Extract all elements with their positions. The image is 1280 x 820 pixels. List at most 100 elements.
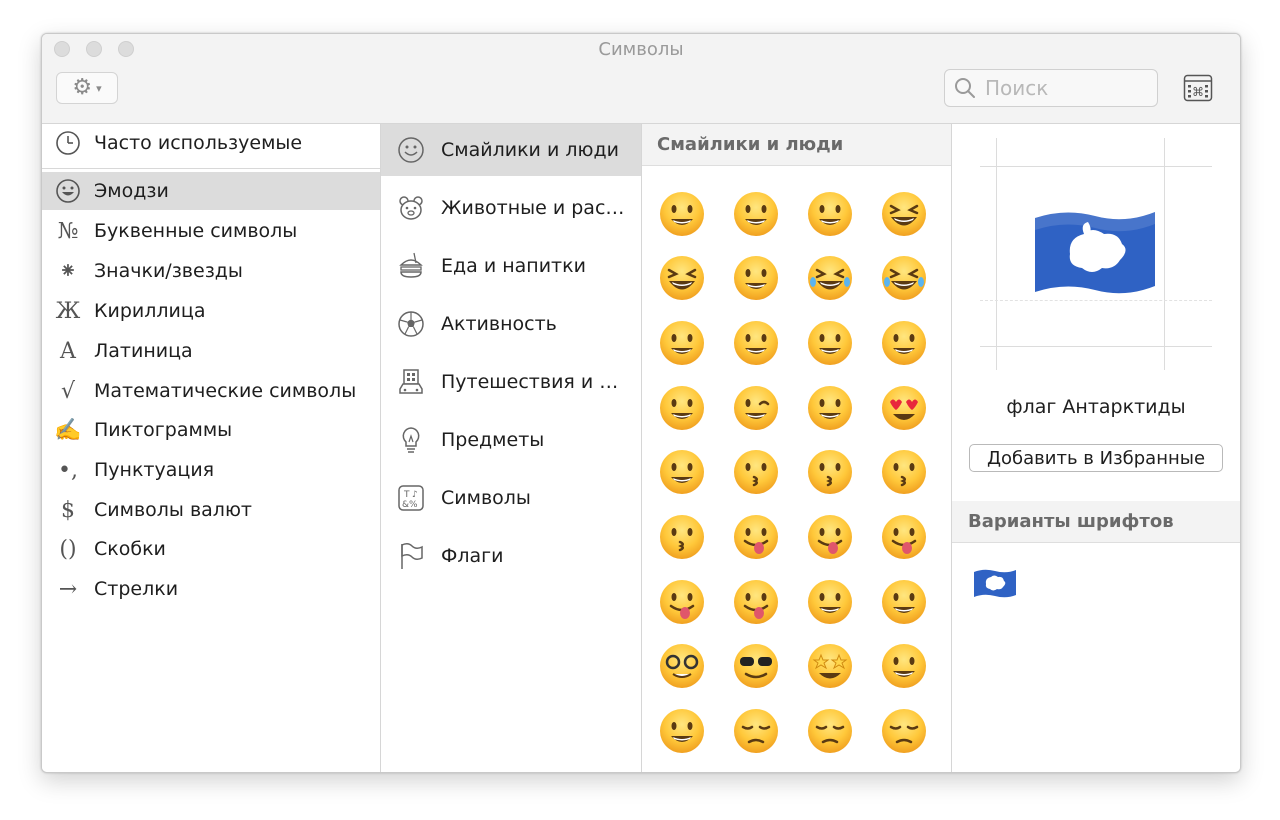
subcategory-label: Смайлики и люди — [441, 139, 619, 161]
character-detail-panel: флаг Антарктиды Добавить в Избранные Вар… — [952, 124, 1240, 772]
character-name: флаг Антарктиды — [1006, 396, 1186, 418]
asterisk-icon: ⁕ — [58, 258, 78, 284]
subcategory-travel-places[interactable]: Путешествия и м… — [381, 356, 641, 408]
category-label: Символы валют — [94, 499, 253, 521]
category-list: Часто используемые Эмодзи № Буквенные си… — [42, 124, 381, 772]
category-cyrillic[interactable]: Ж Кириллица — [42, 292, 380, 330]
emoji-nerd-face[interactable] — [658, 642, 706, 690]
category-frequently-used[interactable]: Часто используемые — [42, 124, 380, 162]
emoji-heart-eyes[interactable] — [880, 384, 928, 432]
category-letterlike[interactable]: № Буквенные символы — [42, 212, 380, 250]
emoji-smirking-face[interactable] — [658, 707, 706, 755]
guide-line — [996, 138, 997, 370]
subcategory-activity[interactable]: Активность — [381, 298, 641, 350]
brackets-icon: () — [59, 536, 77, 562]
subcategory-objects[interactable]: Предметы — [381, 414, 641, 466]
add-to-favorites-button[interactable]: Добавить в Избранные — [969, 444, 1223, 472]
svg-text:&%: &% — [402, 500, 418, 510]
emoji-grinning-face-smiling-eyes[interactable] — [806, 190, 854, 238]
emoji-grinning-face-big-eyes[interactable] — [732, 190, 780, 238]
category-label: Пунктуация — [94, 459, 215, 481]
emoji-face-savoring-food[interactable] — [732, 513, 780, 561]
category-arrows[interactable]: → Стрелки — [42, 570, 380, 608]
category-brackets[interactable]: () Скобки — [42, 530, 380, 568]
emoji-disappointed-face[interactable] — [806, 707, 854, 755]
category-label: Буквенные символы — [94, 220, 298, 242]
category-divider — [42, 168, 380, 169]
soccer-ball-outline-icon — [381, 309, 441, 339]
font-variants-header: Варианты шрифтов — [952, 501, 1240, 543]
emoji-face-blowing-kiss[interactable] — [732, 448, 780, 496]
action-menu-button[interactable]: ⚙ ▾ — [56, 72, 118, 104]
category-pictographs[interactable]: ✍ Пиктограммы — [42, 411, 380, 449]
category-math[interactable]: √ Математические символы — [42, 372, 380, 410]
category-label: Часто используемые — [94, 132, 303, 154]
emoji-partying-face[interactable] — [880, 642, 928, 690]
font-variant-flag[interactable] — [972, 566, 1018, 600]
subcategory-label: Символы — [441, 487, 531, 509]
lightbulb-outline-icon — [381, 425, 441, 455]
category-emoji[interactable]: Эмодзи — [42, 172, 380, 210]
emoji-kissing-face[interactable] — [806, 448, 854, 496]
titlebar: Символы ⚙ ▾ ⌘ — [42, 34, 1240, 124]
guide-line — [980, 346, 1212, 347]
emoji-monocle-face[interactable] — [880, 578, 928, 626]
symbols-outline-icon: T ♪ &% — [381, 483, 441, 513]
emoji-kissing-face-closed-eyes[interactable] — [658, 513, 706, 561]
category-label: Латиница — [94, 340, 193, 362]
emoji-unamused-face[interactable] — [732, 707, 780, 755]
emoji-beaming-face[interactable] — [880, 190, 928, 238]
category-punctuation[interactable]: •, Пунктуация — [42, 451, 380, 489]
category-label: Кириллица — [94, 300, 206, 322]
emoji-squinting-face-tongue[interactable] — [880, 513, 928, 561]
category-label: Стрелки — [94, 578, 179, 600]
search-input[interactable] — [983, 75, 1157, 101]
subcategory-animals-nature[interactable]: Животные и раст… — [381, 182, 641, 234]
emoji-slightly-smiling-face[interactable] — [880, 319, 928, 367]
category-currency[interactable]: $ Символы валют — [42, 491, 380, 529]
emoji-kissing-face-smiling-eyes[interactable] — [880, 448, 928, 496]
arrow-icon: → — [58, 576, 78, 602]
category-stars[interactable]: ⁕ Значки/звезды — [42, 252, 380, 290]
smiley-icon — [42, 178, 94, 204]
emoji-star-struck[interactable] — [806, 642, 854, 690]
emoji-smiling-face[interactable] — [658, 319, 706, 367]
flag-outline-icon — [381, 541, 441, 571]
latin-icon: A — [60, 338, 76, 364]
emoji-relieved-face[interactable] — [806, 384, 854, 432]
emoji-winking-face-tongue[interactable] — [658, 578, 706, 626]
keyboard-viewer-icon[interactable]: ⌘ — [1183, 74, 1213, 102]
subcategory-symbols[interactable]: T ♪ &% Символы — [381, 472, 641, 524]
emoji-raised-eyebrow-face[interactable] — [806, 578, 854, 626]
svg-text:⌘: ⌘ — [1192, 85, 1204, 99]
emoji-sunglasses-face[interactable] — [732, 642, 780, 690]
emoji-grinning-face[interactable] — [658, 190, 706, 238]
category-latin[interactable]: A Латиница — [42, 332, 380, 370]
subcategory-label: Путешествия и м… — [441, 371, 631, 393]
subcategory-flags[interactable]: Флаги — [381, 530, 641, 582]
subcategory-smileys-people[interactable]: Смайлики и люди — [381, 124, 641, 176]
emoji-smiling-face-halo[interactable] — [806, 319, 854, 367]
emoji-face-tongue[interactable] — [806, 513, 854, 561]
emoji-grinning-squinting-face[interactable] — [658, 254, 706, 302]
subcategory-list: Смайлики и люди Животные и раст… Еда и н… — [381, 124, 642, 772]
search-field[interactable] — [944, 69, 1158, 107]
window-title: Символы — [598, 39, 684, 60]
emoji-grid-panel: Смайлики и люди — [642, 124, 952, 772]
characters-window: Символы ⚙ ▾ ⌘ — [41, 33, 1241, 773]
emoji-grinning-face-sweat[interactable] — [732, 254, 780, 302]
emoji-zany-face[interactable] — [732, 578, 780, 626]
building-car-outline-icon — [381, 367, 441, 397]
emoji-pensive-face[interactable] — [880, 707, 928, 755]
search-icon — [955, 78, 975, 98]
chevron-down-icon: ▾ — [96, 81, 102, 95]
emoji-smiling-face-hearts[interactable] — [658, 448, 706, 496]
emoji-tears-of-joy[interactable] — [806, 254, 854, 302]
emoji-smiling-face-smiling-eyes[interactable] — [732, 319, 780, 367]
subcategory-food-drink[interactable]: Еда и напитки — [381, 240, 641, 292]
punctuation-icon: •, — [58, 457, 78, 483]
emoji-rolling-on-floor-laughing[interactable] — [880, 254, 928, 302]
emoji-winking-face[interactable] — [732, 384, 780, 432]
dollar-icon: $ — [61, 497, 75, 523]
emoji-upside-down-face[interactable] — [658, 384, 706, 432]
